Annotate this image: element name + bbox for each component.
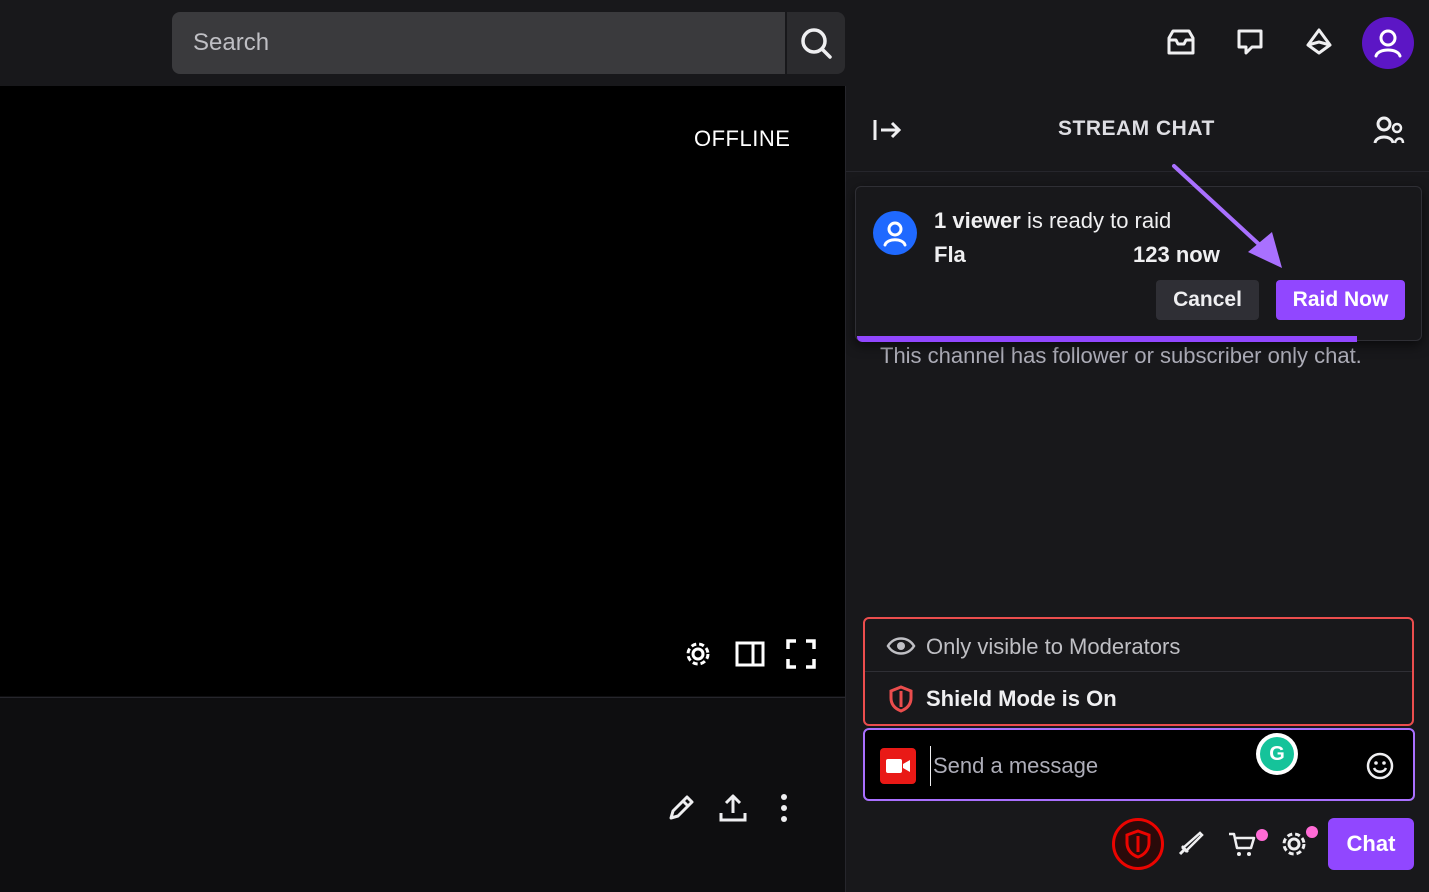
raid-viewer-count: 1 viewer bbox=[934, 208, 1021, 233]
video-camera-icon[interactable] bbox=[880, 748, 916, 784]
bits-button[interactable] bbox=[1297, 20, 1341, 64]
share-button[interactable] bbox=[714, 789, 752, 827]
raid-target-name: Fla bbox=[934, 242, 966, 267]
theatre-mode-button[interactable] bbox=[732, 636, 768, 672]
upload-share-icon bbox=[719, 794, 747, 822]
shield-mode-button[interactable] bbox=[1112, 818, 1164, 870]
moderators-only-text: Only visible to Moderators bbox=[926, 634, 1181, 659]
search-button[interactable] bbox=[785, 12, 845, 74]
collapse-chat-button[interactable] bbox=[868, 112, 906, 148]
inbox-icon bbox=[1167, 29, 1195, 55]
raid-progress-bar bbox=[857, 336, 1357, 342]
gear-icon bbox=[1282, 832, 1306, 856]
cart-icon bbox=[1229, 832, 1256, 856]
notification-dot bbox=[1306, 826, 1318, 838]
whisper-icon bbox=[1237, 29, 1263, 55]
grammarly-icon: G bbox=[1260, 737, 1294, 771]
users-icon bbox=[1373, 116, 1405, 144]
video-player[interactable] bbox=[0, 86, 845, 696]
sword-icon bbox=[1178, 831, 1204, 856]
shield-icon bbox=[887, 684, 915, 714]
user-avatar-button[interactable] bbox=[1362, 17, 1414, 69]
search-bar bbox=[172, 12, 845, 74]
emote-picker-button[interactable] bbox=[1363, 749, 1397, 783]
gear-icon bbox=[686, 642, 710, 666]
pencil-icon bbox=[669, 795, 694, 820]
theatre-mode-icon bbox=[735, 641, 765, 667]
whispers-button[interactable] bbox=[1228, 20, 1272, 64]
community-button[interactable] bbox=[1370, 112, 1408, 148]
shield-mode-text: Shield Mode is On bbox=[926, 686, 1117, 711]
annotation-arrow bbox=[1172, 164, 1282, 268]
chat-message-input[interactable] bbox=[930, 746, 1240, 786]
raid-avatar bbox=[873, 211, 917, 255]
vertical-ellipsis-icon bbox=[781, 794, 787, 822]
user-icon bbox=[883, 221, 907, 247]
offline-label: OFFLINE bbox=[694, 126, 791, 151]
chat-title: STREAM CHAT bbox=[1058, 117, 1215, 140]
send-chat-button[interactable]: Chat bbox=[1328, 818, 1414, 870]
smiley-icon bbox=[1366, 752, 1394, 780]
shield-icon bbox=[1125, 829, 1151, 859]
follower-only-notice: This channel has follower or subscriber … bbox=[880, 343, 1362, 368]
fullscreen-button[interactable] bbox=[783, 636, 819, 672]
mod-tools-button[interactable] bbox=[1168, 822, 1212, 866]
grammarly-button[interactable]: G bbox=[1256, 733, 1298, 775]
cancel-raid-button[interactable]: Cancel bbox=[1156, 280, 1259, 320]
inbox-button[interactable] bbox=[1159, 20, 1203, 64]
eye-icon bbox=[886, 632, 916, 660]
raid-now-button[interactable]: Raid Now bbox=[1276, 280, 1405, 320]
edit-stream-button[interactable] bbox=[662, 789, 700, 827]
raid-ready-text: is ready to raid bbox=[1020, 208, 1172, 233]
search-input[interactable] bbox=[172, 12, 785, 74]
notification-dot bbox=[1256, 829, 1268, 841]
more-options-button[interactable] bbox=[765, 789, 803, 827]
channel-points-button[interactable] bbox=[1220, 822, 1264, 866]
search-icon bbox=[801, 28, 832, 59]
player-settings-button[interactable] bbox=[680, 636, 716, 672]
collapse-arrow-icon bbox=[873, 120, 902, 140]
user-icon bbox=[1374, 29, 1402, 58]
raid-status-text: 1 viewer is ready to raid bbox=[934, 208, 1171, 234]
bits-diamond-icon bbox=[1306, 28, 1332, 55]
fullscreen-icon bbox=[786, 639, 816, 669]
